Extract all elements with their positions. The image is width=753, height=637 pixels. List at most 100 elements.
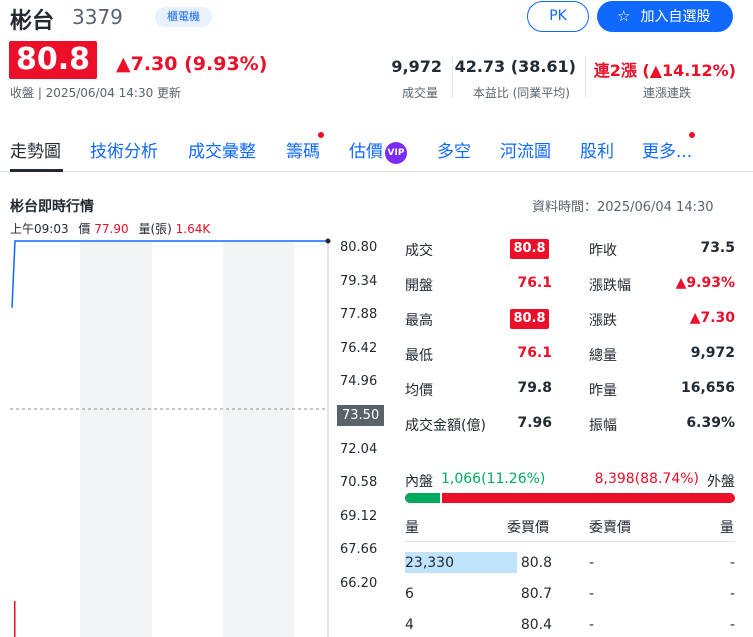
y-tick-label: 80.80 — [340, 240, 378, 255]
y-tick-label: 74.96 — [340, 374, 378, 390]
tab-bull-bear[interactable]: 多空 — [437, 137, 471, 162]
quote-label: 開盤 — [405, 278, 433, 294]
ob-header-ask: 委賣價 — [589, 520, 631, 536]
tab-trades[interactable]: 成交彙整 — [188, 137, 256, 162]
hover-time: 上午09:03 — [10, 222, 69, 236]
volume-bar — [14, 601, 16, 637]
bid-price: 80.8 — [520, 555, 552, 571]
bid-volume: 23,330 — [405, 555, 454, 571]
quote-label: 振幅 — [589, 418, 617, 434]
notification-dot — [318, 132, 324, 138]
notification-dot — [689, 132, 695, 138]
ask-price: - — [589, 555, 595, 571]
pk-button[interactable]: PK — [527, 1, 589, 32]
quote-value: 76.1 — [517, 275, 552, 291]
active-tab-underline — [10, 169, 63, 172]
divider — [585, 56, 586, 98]
ob-header-bid-vol: 量 — [405, 520, 419, 536]
y-tick-label: 67.66 — [340, 542, 378, 558]
inout-bar — [405, 493, 735, 503]
inner-label: 內盤 — [405, 474, 433, 490]
bid-volume: 4 — [405, 617, 414, 633]
stat-streak-value: 連2漲 (▲14.12%) — [593, 61, 736, 80]
chart-band — [294, 241, 328, 637]
stat-volume-label: 成交量 — [401, 86, 438, 100]
inner-value: 1,066(11.26%) — [441, 471, 546, 487]
quote-label: 昨量 — [589, 383, 617, 399]
divider — [452, 56, 453, 98]
quote-label: 成交金額(億) — [405, 418, 486, 434]
reference-price-tag: 73.50 — [337, 405, 385, 426]
price-chart[interactable] — [10, 236, 390, 637]
price-change: ▲7.30 (9.93%) — [116, 53, 268, 75]
quote-value: 6.39% — [686, 415, 735, 431]
add-watchlist-button[interactable]: ☆ 加入自選股 — [597, 1, 733, 32]
tab-technical[interactable]: 技術分析 — [90, 137, 158, 162]
tab-divider — [0, 171, 753, 172]
quote-value: 16,656 — [680, 380, 735, 396]
inner-bar-fill — [405, 493, 443, 503]
hover-price: 77.90 — [94, 222, 129, 236]
quote-label: 最高 — [405, 313, 433, 329]
quote-label: 最低 — [405, 348, 433, 364]
y-tick-label: 69.12 — [340, 508, 378, 524]
stock-name: 彬台 — [10, 9, 55, 34]
current-price: 80.8 — [9, 41, 97, 79]
chart-band — [152, 241, 223, 637]
quote-label: 均價 — [405, 383, 433, 399]
y-tick-label: 66.20 — [340, 576, 378, 591]
quote-label: 總量 — [589, 348, 617, 364]
tab-bar: 走勢圖 技術分析 成交彙整 籌碼 估價 VIP 多空 河流圖 股利 更多... — [0, 132, 753, 173]
quote-value: 73.5 — [700, 240, 735, 256]
quote-value: 80.8 — [510, 309, 549, 329]
tab-river[interactable]: 河流圖 — [500, 137, 551, 162]
quote-label: 漲跌 — [589, 313, 617, 329]
ob-header-bid: 委買價 — [507, 520, 549, 536]
y-tick-label: 79.34 — [340, 273, 378, 289]
industry-tag[interactable]: 櫃電機 — [155, 7, 212, 27]
close-info: 收盤 | 2025/06/04 14:30 更新 — [10, 86, 182, 100]
bid-price: 80.7 — [520, 586, 552, 602]
quote-value: ▲7.30 — [689, 310, 735, 326]
tab-chips[interactable]: 籌碼 — [286, 137, 320, 162]
vip-badge: VIP — [385, 142, 407, 164]
bid-volume: 6 — [405, 586, 414, 602]
chart-band — [10, 241, 80, 637]
y-tick-label: 72.04 — [340, 441, 378, 457]
quote-value: 7.96 — [517, 415, 552, 431]
hover-vol: 1.64K — [175, 222, 211, 236]
tab-dividend[interactable]: 股利 — [580, 137, 614, 162]
tab-trend[interactable]: 走勢圖 — [10, 137, 61, 162]
stat-volume-value: 9,972 — [391, 57, 442, 76]
quote-label: 成交 — [405, 243, 433, 259]
hover-info: 上午09:03 價 77.90 量(張) 1.64K — [10, 220, 210, 237]
tab-valuation[interactable]: 估價 VIP — [349, 137, 407, 164]
outer-label: 外盤 — [707, 474, 735, 490]
tab-valuation-label: 估價 — [349, 142, 383, 162]
quote-label: 昨收 — [589, 243, 617, 259]
quote-value: 79.8 — [517, 380, 552, 396]
ask-price: - — [589, 586, 595, 602]
tab-more[interactable]: 更多... — [642, 137, 692, 162]
y-tick-label: 70.58 — [340, 475, 378, 491]
y-tick-label: 77.88 — [340, 307, 378, 323]
stat-pe-value: 42.73 (38.61) — [454, 57, 576, 76]
chart-band — [223, 241, 294, 637]
quote-label: 漲跌幅 — [589, 278, 631, 294]
quote-value: 80.8 — [510, 239, 549, 259]
star-icon: ☆ — [617, 7, 631, 25]
quote-value: 9,972 — [690, 345, 735, 361]
quote-value: 76.1 — [517, 345, 552, 361]
stock-code: 3379 — [72, 5, 123, 29]
last-price-dot — [325, 238, 331, 244]
stat-streak-label: 連漲連跌 — [642, 86, 691, 100]
divider — [405, 541, 735, 542]
chart-band — [80, 241, 152, 637]
ask-volume: - — [729, 617, 735, 633]
quote-value: ▲9.93% — [675, 275, 735, 291]
add-watchlist-label: 加入自選股 — [640, 9, 711, 25]
bid-price: 80.4 — [520, 617, 552, 633]
ask-volume: - — [729, 586, 735, 602]
ob-header-ask-vol: 量 — [720, 520, 734, 536]
outer-value: 8,398(88.74%) — [594, 471, 699, 487]
